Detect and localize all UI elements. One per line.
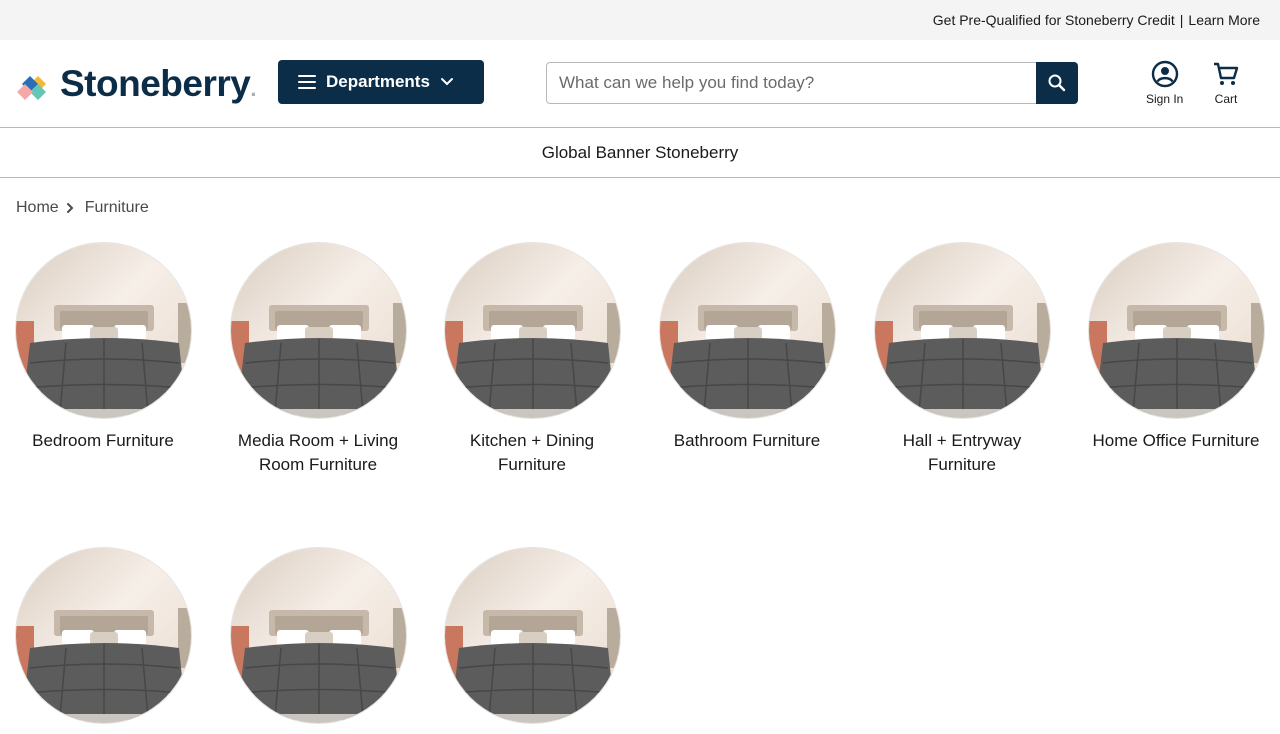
breadcrumb: Home Furniture	[16, 199, 149, 217]
category-image[interactable]	[443, 242, 621, 419]
category-label[interactable]: Kitchen + Dining Furniture	[432, 429, 632, 477]
category-image[interactable]	[14, 547, 192, 724]
category-tile[interactable]: Kitchen + Dining Furniture	[432, 242, 632, 477]
search-icon	[1048, 74, 1066, 92]
search-bar	[546, 62, 1078, 104]
hamburger-icon	[298, 75, 316, 89]
learn-more-link[interactable]: Learn More	[1188, 12, 1260, 28]
category-tile[interactable]	[218, 547, 418, 734]
account-icon	[1151, 60, 1178, 88]
cart-icon	[1214, 62, 1239, 85]
category-image[interactable]	[229, 242, 407, 419]
global-banner[interactable]: Global Banner Stoneberry	[0, 129, 1280, 178]
breadcrumb-furniture[interactable]: Furniture	[85, 199, 149, 217]
sign-in-label: Sign In	[1146, 92, 1184, 106]
logo-mark-icon	[17, 75, 46, 100]
global-banner-text: Global Banner Stoneberry	[541, 143, 739, 162]
category-label[interactable]: Home Office Furniture	[1076, 429, 1276, 453]
category-image[interactable]	[229, 547, 407, 724]
departments-label: Departments	[326, 72, 430, 91]
chevron-right-icon	[65, 202, 75, 214]
search-input[interactable]	[546, 62, 1036, 104]
cart-label: Cart	[1214, 92, 1238, 106]
category-tile[interactable]	[432, 547, 632, 734]
credit-link[interactable]: Get Pre-Qualified for Stoneberry Credit	[933, 12, 1175, 28]
category-image[interactable]	[14, 242, 192, 419]
category-tile[interactable]: Hall + Entryway Furniture	[862, 242, 1062, 477]
category-image[interactable]	[1087, 242, 1265, 419]
category-label[interactable]: Media Room + Living Room Furniture	[218, 429, 418, 477]
category-tile[interactable]: Bathroom Furniture	[647, 242, 847, 453]
breadcrumb-home[interactable]: Home	[16, 199, 59, 217]
category-tile[interactable]	[3, 547, 203, 734]
category-tile[interactable]: Media Room + Living Room Furniture	[218, 242, 418, 477]
site-header: Stoneberry. Departments Sign In Cart	[0, 40, 1280, 128]
category-tile[interactable]: Home Office Furniture	[1076, 242, 1276, 453]
category-image[interactable]	[443, 547, 621, 724]
sign-in-button[interactable]: Sign In	[1146, 60, 1183, 106]
category-image[interactable]	[873, 242, 1051, 419]
logo-wordmark: Stoneberry.	[60, 63, 256, 104]
chevron-down-icon	[440, 77, 454, 87]
stoneberry-logo[interactable]: Stoneberry.	[16, 64, 256, 109]
search-button[interactable]	[1036, 62, 1078, 104]
category-tile[interactable]: Bedroom Furniture	[3, 242, 203, 453]
departments-button[interactable]: Departments	[278, 60, 484, 104]
category-image[interactable]	[658, 242, 836, 419]
cart-button[interactable]: Cart	[1212, 60, 1240, 106]
promo-separator: |	[1179, 12, 1184, 28]
promo-bar: Get Pre-Qualified for Stoneberry Credit …	[0, 0, 1280, 40]
category-label[interactable]: Hall + Entryway Furniture	[862, 429, 1062, 477]
category-label[interactable]: Bathroom Furniture	[647, 429, 847, 453]
category-label[interactable]: Bedroom Furniture	[3, 429, 203, 453]
